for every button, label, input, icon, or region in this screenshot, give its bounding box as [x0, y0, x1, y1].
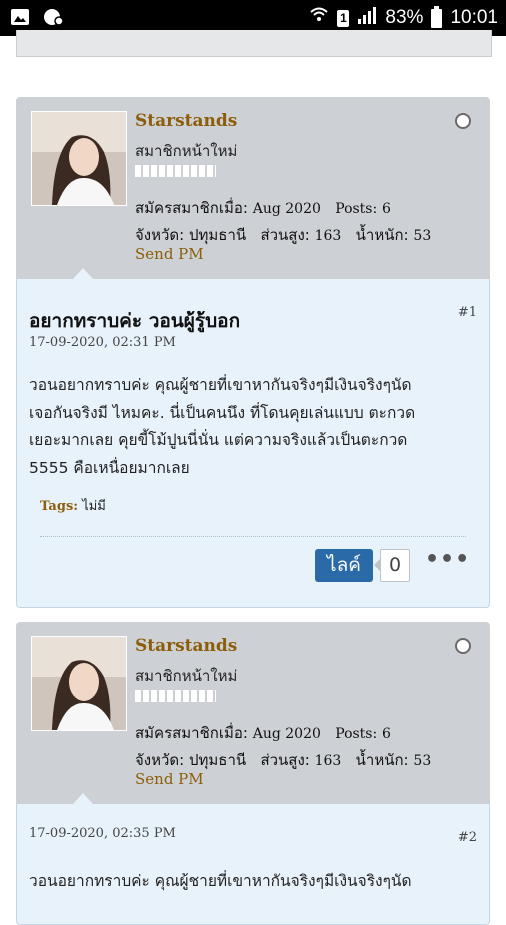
user-rank: สมาชิกหน้าใหม่ — [135, 142, 238, 160]
user-details: จังหวัด: ปทุมธานี ส่วนสูง: 163 น้ำหนัก: … — [135, 748, 431, 772]
more-options-icon[interactable]: ••• — [425, 547, 470, 572]
post-body-line: วอนอยากทราบค่ะ คุณผู้ชายที่เขาหากันจริงๆ… — [29, 376, 412, 394]
previous-block — [16, 30, 492, 57]
send-pm-link[interactable]: Send PM — [135, 770, 204, 788]
gallery-notification-icon — [10, 7, 30, 31]
joined-value: Aug 2020 — [252, 726, 321, 742]
user-rank: สมาชิกหน้าใหม่ — [135, 667, 238, 685]
weight-label: น้ำหนัก: — [355, 226, 409, 244]
post-content: อยากทราบค่ะ วอนผู้รู้บอก #1 17-09-2020, … — [16, 279, 490, 608]
user-join-posts: สมัครสมาชิกเมื่อ: Aug 2020 Posts: 6 — [135, 721, 391, 745]
post-content: 17-09-2020, 02:35 PM #2 วอนอยากทราบค่ะ ค… — [16, 804, 490, 925]
joined-value: Aug 2020 — [252, 201, 321, 217]
post-number-link[interactable]: #1 — [458, 305, 477, 320]
battery-percent: 83% — [385, 7, 424, 28]
post-title: อยากทราบค่ะ วอนผู้รู้บอก — [29, 310, 241, 332]
clock: 10:01 — [450, 7, 498, 28]
province-value: ปทุมธานี — [189, 226, 247, 244]
tags-value: ไม่มี — [82, 499, 106, 514]
post: Starstands สมาชิกหน้าใหม่ สมัครสมาชิกเมื… — [16, 97, 490, 608]
post: Starstands สมาชิกหน้าใหม่ สมัครสมาชิกเมื… — [16, 622, 490, 925]
height-label: ส่วนสูง: — [260, 226, 310, 244]
post-user-info: Starstands สมาชิกหน้าใหม่ สมัครสมาชิกเมื… — [16, 622, 490, 805]
post-body-line: เยอะมากเลย คุยขี้โม้ปูนนี่นั่น แต่ความจร… — [29, 431, 408, 449]
posts-label: Posts: — [335, 201, 378, 217]
joined-label: สมัครสมาชิกเมื่อ: — [135, 724, 248, 742]
sim-icon: 1 — [337, 9, 350, 27]
joined-label: สมัครสมาชิกเมื่อ: — [135, 199, 248, 217]
user-join-posts: สมัครสมาชิกเมื่อ: Aug 2020 Posts: 6 — [135, 196, 391, 220]
posts-value: 6 — [382, 726, 391, 742]
post-user-info: Starstands สมาชิกหน้าใหม่ สมัครสมาชิกเมื… — [16, 97, 490, 280]
avatar[interactable] — [31, 636, 127, 731]
posts-label: Posts: — [335, 726, 378, 742]
username-link[interactable]: Starstands — [135, 111, 237, 131]
reputation-bar — [135, 165, 216, 177]
post-body-line: วอนอยากทราบค่ะ คุณผู้ชายที่เขาหากันจริงๆ… — [29, 872, 412, 890]
posts-value: 6 — [382, 201, 391, 217]
avatar[interactable] — [31, 111, 127, 206]
wifi-icon — [309, 5, 329, 31]
province-label: จังหวัด: — [135, 751, 185, 769]
weight-label: น้ำหนัก: — [355, 751, 409, 769]
divider — [40, 536, 466, 537]
weight-value: 53 — [413, 753, 432, 769]
settings-notification-icon — [42, 7, 64, 31]
user-details: จังหวัด: ปทุมธานี ส่วนสูง: 163 น้ำหนัก: … — [135, 223, 431, 247]
post-tags: Tags: ไม่มี — [40, 495, 106, 516]
tags-label: Tags: — [40, 499, 79, 514]
online-status-icon — [455, 113, 471, 129]
height-label: ส่วนสูง: — [260, 751, 310, 769]
post-body-line: เจอกันจริงมี ไหมคะ. นี่เป็นคนนึง ที่โดนค… — [29, 403, 416, 422]
post-body-line: 5555 คือเหนื่อยมากเลย — [29, 458, 190, 477]
post-date: 17-09-2020, 02:35 PM — [29, 826, 176, 841]
battery-icon — [431, 5, 443, 28]
post-body: วอนอยากทราบค่ะ คุณผู้ชายที่เขาหากันจริงๆ… — [29, 372, 469, 482]
province-label: จังหวัด: — [135, 226, 185, 244]
like-count: 0 — [374, 549, 410, 582]
post-date: 17-09-2020, 02:31 PM — [29, 335, 176, 350]
height-value: 163 — [314, 753, 342, 769]
weight-value: 53 — [413, 228, 432, 244]
province-value: ปทุมธานี — [189, 751, 247, 769]
username-link[interactable]: Starstands — [135, 636, 237, 656]
height-value: 163 — [314, 228, 342, 244]
post-number-link[interactable]: #2 — [458, 830, 477, 845]
like-button[interactable]: ไลค์ — [315, 549, 373, 582]
reputation-bar — [135, 690, 216, 702]
online-status-icon — [455, 638, 471, 654]
send-pm-link[interactable]: Send PM — [135, 245, 204, 263]
signal-icon — [357, 6, 377, 30]
post-body: วอนอยากทราบค่ะ คุณผู้ชายที่เขาหากันจริงๆ… — [29, 868, 469, 896]
